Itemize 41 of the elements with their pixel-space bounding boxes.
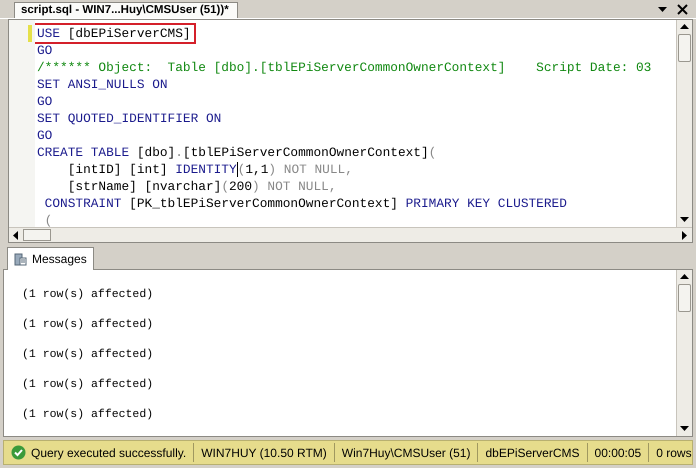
- code-line: CREATE TABLE [dbo].[tblEPiServerCommonOwnerContext](: [37, 144, 436, 161]
- scroll-up-icon[interactable]: [680, 274, 689, 280]
- code-line: GO: [37, 42, 52, 59]
- status-text: Win7Huy\CMSUser (51): [342, 446, 470, 460]
- code-line: [strName] [nvarchar](200) NOT NULL,: [66, 178, 337, 195]
- scroll-thumb[interactable]: [678, 284, 691, 312]
- code-line: /****** Object: Table [dbo].[tblEPiServerCommonOwnerContext] Script Date: 03: [37, 59, 652, 76]
- close-icon[interactable]: [677, 4, 688, 14]
- code-line: [intID] [int] IDENTITY(1,1) NOT NULL,: [66, 161, 353, 178]
- dropdown-icon[interactable]: [658, 6, 667, 12]
- message-text: (1 row(s) affected): [22, 408, 154, 421]
- message-text: (1 row(s) affected): [22, 318, 154, 331]
- vertical-scrollbar[interactable]: [676, 270, 692, 436]
- code-line: SET QUOTED_IDENTIFIER ON: [37, 110, 222, 127]
- message-text: (1 row(s) affected): [22, 378, 154, 391]
- scroll-down-icon[interactable]: [680, 426, 689, 432]
- messages-icon: [14, 252, 27, 266]
- scroll-thumb[interactable]: [23, 229, 51, 241]
- status-text: 00:00:05: [594, 446, 642, 460]
- status-text: dbEPiServerCMS: [485, 446, 580, 460]
- scroll-down-icon[interactable]: [680, 217, 689, 223]
- code-line: CONSTRAINT [PK_tblEPiServerCommonOwnerContext] PRIMARY KEY CLUSTERED: [44, 195, 567, 212]
- code-line: (: [44, 212, 52, 227]
- code-line: SET ANSI_NULLS ON: [37, 76, 168, 93]
- messages-tab[interactable]: Messages: [7, 247, 94, 270]
- scroll-left-icon[interactable]: [13, 230, 19, 240]
- message-text: (1 row(s) affected): [22, 348, 154, 361]
- scroll-up-icon[interactable]: [680, 24, 689, 30]
- status-text: 0 rows: [656, 446, 692, 460]
- status-message: Query executed successfully.: [31, 446, 186, 460]
- code-line: GO: [37, 93, 52, 110]
- message-text: (1 row(s) affected): [22, 288, 154, 301]
- code-line: GO: [37, 127, 52, 144]
- highlighted-code-line: USE [dbEPiServerCMS]: [35, 25, 194, 42]
- horizontal-scrollbar[interactable]: [9, 227, 692, 242]
- status-text: WIN7HUY (10.50 RTM): [201, 446, 327, 460]
- scroll-right-icon[interactable]: [682, 230, 688, 240]
- vertical-scrollbar[interactable]: [676, 20, 692, 227]
- check-icon: [11, 445, 26, 460]
- document-tab[interactable]: script.sql - WIN7...Huy\CMSUser (51))*: [14, 2, 238, 18]
- scroll-thumb[interactable]: [678, 34, 691, 62]
